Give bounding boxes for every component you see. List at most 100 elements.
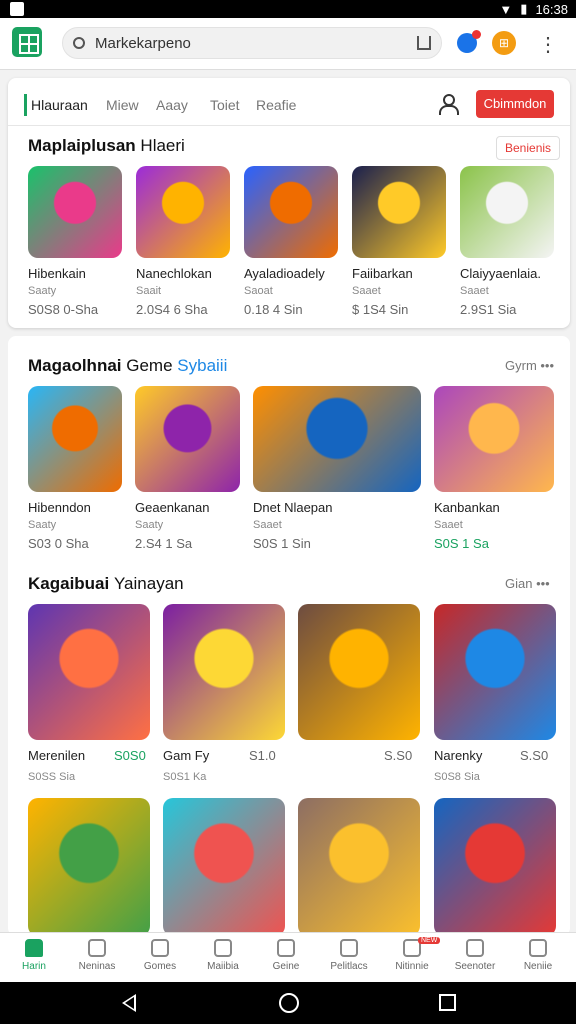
game-subtitle: S0S8 Sia [434, 771, 480, 783]
tab-play[interactable]: Aaay [156, 97, 188, 113]
status-bar: ▼ ▮ 16:38 [0, 0, 576, 18]
url-bar[interactable]: Markekarpeno [62, 27, 442, 59]
game-price: $ 1S4 Sin [352, 302, 409, 317]
game-price: S.S0 [384, 748, 413, 763]
game-subtitle: Saait [136, 285, 162, 297]
game-name[interactable]: Ayaladioadely [244, 266, 325, 281]
game-name[interactable]: Kanbankan [434, 500, 500, 515]
account-icon[interactable]: ⊞ [492, 31, 516, 55]
nav-item[interactable]: Harin [4, 939, 64, 972]
game-thumbnail[interactable] [163, 604, 285, 740]
more-link[interactable]: Gian ••• [505, 576, 550, 591]
game-price: 2.9S1 Sia [460, 302, 517, 317]
featured-card: Hlauraan Miew Aaay Toiet Reafie Cbimmdon… [8, 78, 570, 328]
menu-dots-icon[interactable]: ⋮ [538, 32, 558, 57]
game-name[interactable]: Nanechlokan [136, 266, 212, 281]
game-thumbnail[interactable] [28, 386, 122, 492]
nav-icon [214, 939, 232, 957]
category-tabs: Hlauraan Miew Aaay Toiet Reafie Cbimmdon [8, 86, 570, 126]
game-thumbnail[interactable] [163, 798, 285, 936]
nav-label: Harin [22, 961, 46, 972]
game-thumbnail[interactable] [136, 166, 230, 258]
benefits-button[interactable]: Benienis [496, 136, 561, 160]
wifi-icon: ▼ [499, 1, 513, 17]
game-price: S0S 1 Sin [253, 536, 311, 551]
nav-icon [88, 939, 106, 957]
game-thumbnail[interactable] [352, 166, 446, 258]
profile-notify-icon[interactable] [457, 30, 481, 53]
sheets-app-icon[interactable] [12, 27, 42, 57]
game-name[interactable]: Claiyyaenlaia. [460, 266, 541, 281]
game-subtitle: Saaet [352, 285, 381, 297]
nav-item[interactable]: Gomes [130, 939, 190, 972]
system-navigation-bar [0, 982, 576, 1024]
game-name[interactable]: Narenky [434, 748, 482, 763]
url-text: Markekarpeno [95, 35, 191, 52]
nav-label: Maiibia [207, 961, 239, 972]
nav-label: Neninas [78, 961, 116, 972]
game-thumbnail[interactable] [135, 386, 240, 492]
game-subtitle: S0S1 Ka [163, 771, 207, 783]
nav-icon [277, 939, 295, 957]
game-thumbnail[interactable] [28, 798, 150, 936]
game-thumbnail[interactable] [28, 166, 122, 258]
home-icon[interactable] [417, 36, 431, 50]
game-name[interactable]: Merenilen [28, 748, 85, 763]
home-circle-icon[interactable] [279, 993, 299, 1013]
nav-item[interactable]: Neninas [67, 939, 127, 972]
back-icon[interactable] [122, 994, 136, 1012]
tab-new[interactable]: Miew [106, 97, 139, 113]
game-name[interactable]: Dnet Nlaepan [253, 500, 333, 515]
recents-icon[interactable] [439, 994, 456, 1011]
game-thumbnail[interactable] [434, 798, 556, 936]
game-price: S0S 1 Sa [434, 536, 489, 551]
game-name[interactable]: Hibenndon [28, 500, 91, 515]
nav-item[interactable]: Geine [256, 939, 316, 972]
tab-toiet[interactable]: Toiet [210, 97, 240, 113]
lock-icon [73, 37, 85, 49]
game-subtitle: Saaet [253, 519, 282, 531]
game-thumbnail[interactable] [460, 166, 554, 258]
game-thumbnail[interactable] [244, 166, 338, 258]
game-name[interactable]: Geaenkanan [135, 500, 209, 515]
game-subtitle: Saaet [460, 285, 489, 297]
game-price: S1.0 [249, 748, 276, 763]
game-thumbnail[interactable] [298, 604, 420, 740]
game-price: 2.S4 1 Sa [135, 536, 193, 551]
game-thumbnail[interactable] [298, 798, 420, 936]
battery-icon: ▮ [520, 1, 528, 16]
nav-item[interactable]: Maiibia [193, 939, 253, 972]
games-card: Magaolhnai Geme Sybaiii Gyrm ••• Hibennd… [8, 336, 570, 936]
nav-label: Neniie [523, 961, 553, 972]
new-badge: NEW [418, 937, 441, 944]
nav-item[interactable]: Neniie [508, 939, 568, 972]
game-subtitle: Saoat [244, 285, 273, 297]
nav-icon [340, 939, 358, 957]
game-name[interactable]: Faiibarkan [352, 266, 413, 281]
nav-item[interactable]: NEW Nitinnie [382, 937, 442, 972]
cta-button[interactable]: Cbimmdon [476, 90, 554, 118]
game-thumbnail[interactable] [434, 386, 554, 492]
more-link[interactable]: Gyrm ••• [505, 358, 554, 373]
game-price: S.S0 [520, 748, 549, 763]
tab-home[interactable]: Hlauraan [24, 94, 88, 116]
tab-reafie[interactable]: Reafie [256, 97, 296, 113]
game-thumbnail[interactable] [253, 386, 421, 492]
nav-icon [25, 939, 43, 957]
game-thumbnail[interactable] [434, 604, 556, 740]
game-name[interactable]: Hibenkain [28, 266, 86, 281]
game-thumbnail[interactable] [28, 604, 150, 740]
game-name[interactable]: Gam Fy [163, 748, 209, 763]
game-price: 2.0S4 6 Sha [136, 302, 208, 317]
nav-label: Seenoter [454, 961, 496, 972]
game-price: S0S0 [114, 748, 146, 763]
nav-item[interactable]: Seenoter [445, 939, 505, 972]
nav-icon [151, 939, 169, 957]
nav-item[interactable]: Pelitlacs [319, 939, 379, 972]
person-icon[interactable] [438, 94, 459, 115]
game-price: S0S8 0-Sha [28, 302, 99, 317]
nav-icon [466, 939, 484, 957]
game-price: 0.18 4 Sin [244, 302, 303, 317]
game-subtitle: Saaty [135, 519, 164, 531]
bottom-navigation: Harin Neninas Gomes Maiibia Geine Pelitlacs NE… [0, 932, 576, 982]
